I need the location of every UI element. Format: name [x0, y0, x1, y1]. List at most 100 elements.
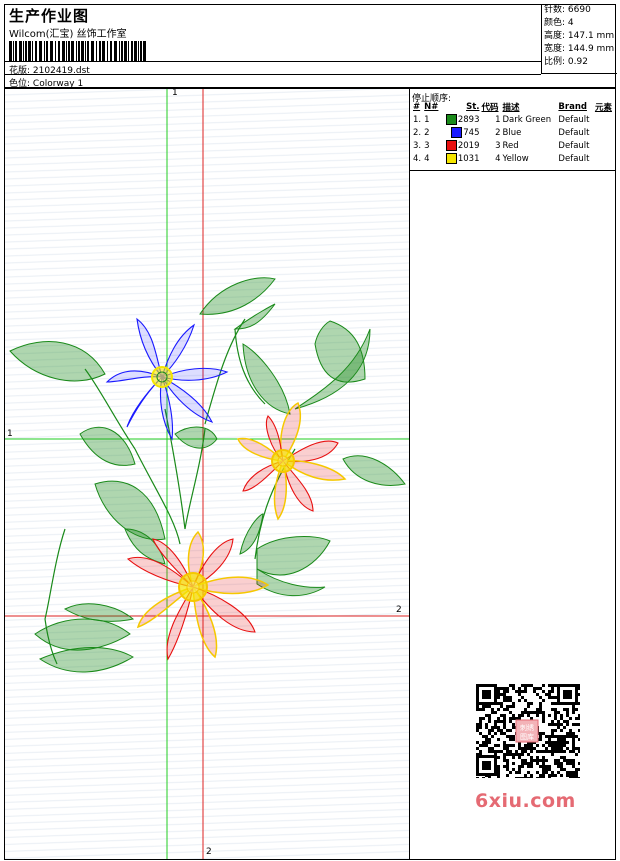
qr-module: [569, 735, 572, 738]
design-canvas[interactable]: 1 1 2 2: [4, 88, 410, 860]
barcode-bar: [46, 41, 48, 61]
qr-module: [563, 708, 566, 711]
qr-module: [527, 684, 530, 687]
qr-module: [506, 747, 509, 750]
barcode-bar: [87, 41, 89, 61]
qr-module: [545, 750, 548, 753]
qr-module: [578, 684, 580, 687]
qr-module: [524, 747, 527, 750]
qr-module: [557, 741, 560, 744]
qr-module: [557, 762, 560, 765]
qr-module: [551, 729, 554, 732]
qr-module: [557, 738, 560, 741]
qr-module: [527, 771, 530, 774]
qr-module: [482, 717, 485, 720]
col-needle: N#: [424, 102, 439, 112]
cell-brand: Default: [558, 114, 590, 125]
qr-module: [500, 732, 503, 735]
barcode-bar: [68, 41, 70, 61]
table-row[interactable]: 2. 2 745 2 Blue Default: [412, 126, 615, 139]
qr-module: [554, 729, 557, 732]
qr-module: [563, 768, 566, 771]
qr-module: [533, 690, 536, 693]
qr-module: [527, 753, 530, 756]
qr-module: [542, 699, 545, 702]
qr-module: [557, 747, 560, 750]
qr-module: [554, 684, 557, 687]
barcode-bar: [131, 41, 133, 61]
table-row[interactable]: 3. 3 2019 3 Red Default: [412, 139, 615, 152]
col-index: #: [413, 102, 421, 112]
qr-module: [542, 756, 545, 759]
qr-module: [494, 744, 497, 747]
qr-module: [533, 711, 536, 714]
guide-label-green-top: 1: [172, 88, 178, 98]
qr-module: [518, 699, 521, 702]
qr-module: [518, 693, 521, 696]
qr-module: [524, 684, 527, 687]
qr-module: [533, 759, 536, 762]
qr-module: [533, 747, 536, 750]
qr-module: [575, 777, 578, 778]
qr-module: [488, 741, 491, 744]
qr-module: [578, 747, 580, 750]
qr-module: [530, 684, 533, 687]
table-row[interactable]: 1. 1 2893 1 Dark Green Default: [412, 113, 615, 126]
qr-module: [524, 699, 527, 702]
qr-module: [509, 684, 512, 687]
cell-element: [594, 152, 615, 165]
table-row[interactable]: 4. 4 1031 4 Yellow Default: [412, 152, 615, 165]
qr-module: [518, 771, 521, 774]
qr-module: [518, 765, 521, 768]
qr-module: [482, 777, 485, 778]
qr-module: [572, 708, 575, 711]
stat-scale: 比例: 0.92: [544, 57, 588, 67]
barcode-bar: [50, 41, 53, 61]
qr-module: [560, 750, 563, 753]
barcode-bar: [25, 41, 27, 61]
embroidery-preview: [5, 89, 409, 859]
qr-module: [482, 735, 485, 738]
qr-module: [485, 726, 488, 729]
qr-module: [524, 711, 527, 714]
qr-module: [506, 705, 509, 708]
qr-module: [536, 714, 539, 717]
qr-module: [551, 732, 554, 735]
color-swatch: [445, 114, 457, 125]
barcode-bar: [62, 41, 65, 61]
qr-module: [509, 696, 512, 699]
qr-module: [536, 771, 539, 774]
qr-module: [566, 771, 569, 774]
qr-module: [578, 750, 580, 753]
barcode-bar: [19, 41, 22, 61]
qr-module: [569, 777, 572, 778]
qr-module: [512, 684, 515, 687]
qr-module: [578, 762, 580, 765]
qr-module: [506, 729, 509, 732]
qr-module: [554, 711, 557, 714]
qr-module: [503, 720, 506, 723]
qr-module: [500, 702, 503, 705]
qr-module: [554, 744, 557, 747]
qr-module: [506, 699, 509, 702]
qr-module: [506, 765, 509, 768]
qr-module: [563, 750, 566, 753]
qr-module: [542, 765, 545, 768]
qr-module: [494, 723, 497, 726]
qr-module: [497, 708, 500, 711]
qr-module: [512, 753, 515, 756]
cell-description: Blue: [502, 127, 522, 138]
qr-module: [563, 741, 566, 744]
qr-module: [542, 750, 545, 753]
qr-module: [527, 777, 530, 778]
color-swatch: [445, 140, 457, 151]
qr-module: [566, 711, 569, 714]
cell-stitches: 2893: [441, 113, 480, 126]
qr-module: [476, 723, 479, 726]
qr-module: [575, 768, 578, 771]
barcode-bar: [15, 41, 17, 61]
qr-module: [500, 687, 503, 690]
qr-module: [521, 777, 524, 778]
cell-code: 4: [495, 153, 501, 164]
barcode-bar: [9, 41, 12, 61]
